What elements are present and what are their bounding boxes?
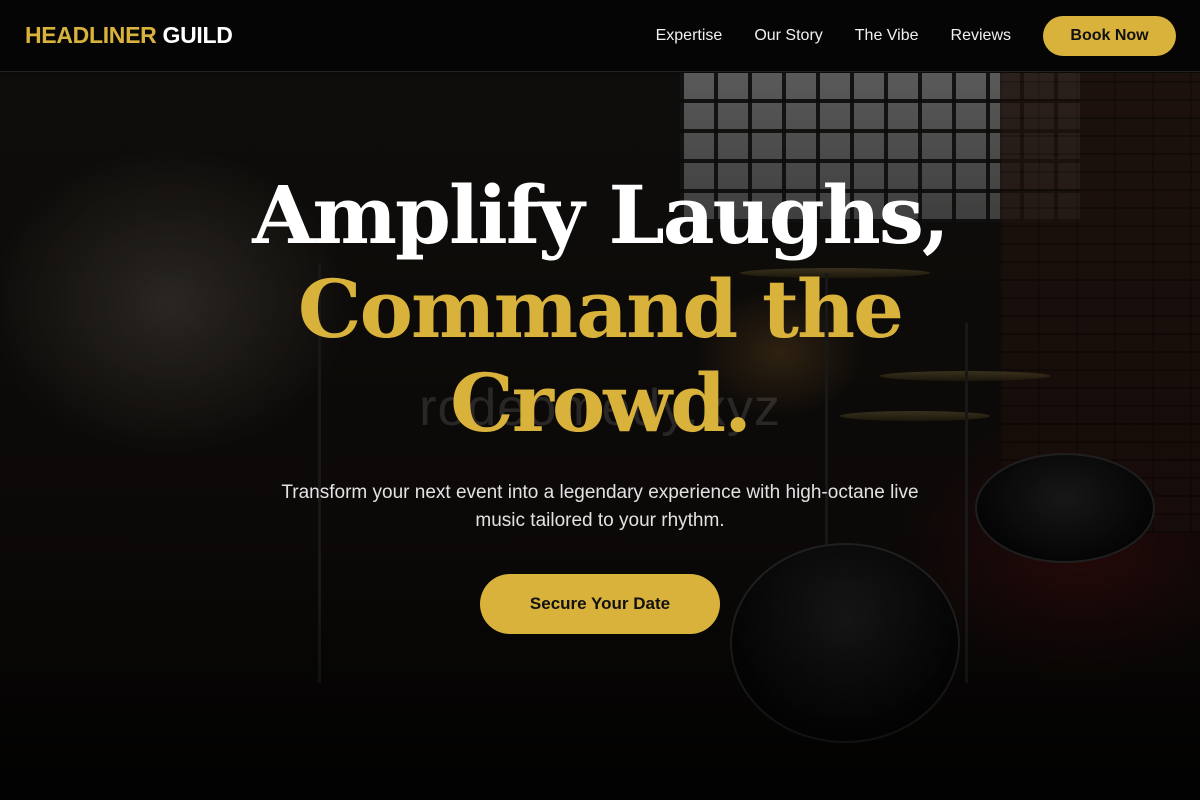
nav-link-expertise[interactable]: Expertise	[656, 27, 723, 45]
hero-content: rodeomedy.xyz Amplify Laughs, Command th…	[0, 73, 1200, 800]
brand-logo[interactable]: HEADLINER GUILD	[25, 22, 233, 49]
hero-section: rodeomedy.xyz Amplify Laughs, Command th…	[0, 73, 1200, 800]
book-now-button[interactable]: Book Now	[1043, 15, 1176, 56]
headline-line-3: Crowd.	[450, 356, 752, 450]
headline-line-2: Command the	[297, 262, 904, 356]
main-nav: Expertise Our Story The Vibe Reviews Boo…	[656, 15, 1176, 56]
nav-link-our-story[interactable]: Our Story	[754, 27, 822, 45]
secure-your-date-button[interactable]: Secure Your Date	[480, 574, 720, 634]
hero-headline: Amplify Laughs, Command the Crowd.	[0, 168, 1200, 450]
site-header: HEADLINER GUILD Expertise Our Story The V…	[0, 0, 1200, 72]
nav-link-the-vibe[interactable]: The Vibe	[855, 27, 919, 45]
nav-link-reviews[interactable]: Reviews	[951, 27, 1011, 45]
logo-secondary-text: GUILD	[162, 22, 233, 48]
hero-subtext: Transform your next event into a legenda…	[281, 482, 919, 531]
headline-line-1: Amplify Laughs,	[252, 168, 949, 262]
logo-primary-text: HEADLINER	[25, 22, 157, 48]
